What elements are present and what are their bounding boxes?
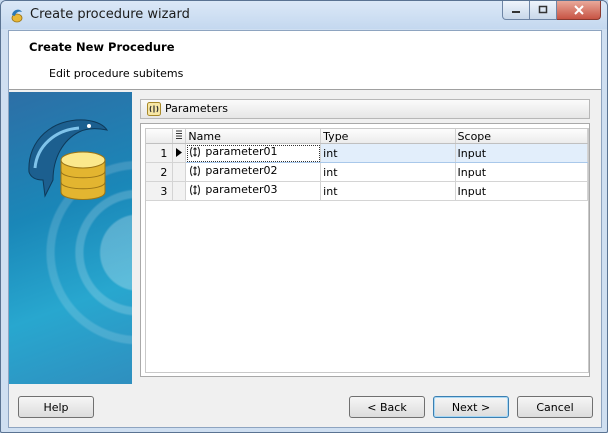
row-indicator (172, 162, 187, 182)
table-row[interactable]: 1 parameter01 int Input (146, 143, 589, 163)
row-number: 3 (146, 181, 174, 201)
maximize-button[interactable] (530, 1, 557, 20)
param-name: parameter01 (205, 145, 278, 159)
column-chooser-header[interactable] (172, 129, 187, 144)
param-name-cell[interactable]: parameter01 (185, 143, 322, 163)
param-scope-cell[interactable]: Input (455, 143, 589, 163)
title-bar[interactable]: Create procedure wizard (1, 1, 607, 29)
wizard-step-subtitle: Edit procedure subitems (49, 67, 184, 80)
row-indicator (172, 143, 187, 163)
table-row[interactable]: 2 parameter02 int Input (146, 162, 589, 182)
column-header-scope[interactable]: Scope (455, 129, 589, 144)
current-row-arrow-icon (176, 147, 183, 157)
maximize-icon (538, 5, 548, 14)
parameters-grid[interactable]: Name Type Scope 1 parameter01 int Input … (145, 128, 589, 373)
wizard-client-area: Create New Procedure Edit procedure subi… (8, 30, 602, 428)
parameter-icon (190, 146, 201, 158)
param-type-cell[interactable]: int (320, 143, 456, 163)
parameter-icon (190, 184, 201, 196)
help-button[interactable]: Help (18, 396, 94, 418)
cancel-button[interactable]: Cancel (517, 396, 593, 418)
parameters-panel: Parameters Name Type Scope 1 parameter01… (140, 99, 590, 377)
column-header-type[interactable]: Type (320, 129, 456, 144)
close-icon (573, 5, 584, 15)
next-button[interactable]: Next > (433, 396, 509, 418)
wizard-step-title: Create New Procedure (29, 40, 175, 54)
row-number: 1 (146, 143, 174, 163)
param-type-cell[interactable]: int (320, 181, 456, 201)
minimize-icon (512, 11, 520, 13)
dolphin-database-icon (28, 119, 109, 200)
wizard-header: Create New Procedure Edit procedure subi… (9, 31, 601, 90)
param-name: parameter02 (205, 164, 278, 178)
minimize-button[interactable] (502, 1, 530, 20)
table-row[interactable]: 3 parameter03 int Input (146, 181, 589, 201)
parameter-icon (147, 102, 161, 116)
wizard-side-banner (9, 92, 132, 384)
row-number: 2 (146, 162, 174, 182)
column-chooser-icon (176, 130, 183, 139)
parameter-icon (190, 165, 201, 177)
param-scope-cell[interactable]: Input (455, 181, 589, 201)
dolphin-app-icon (11, 9, 23, 23)
close-button[interactable] (557, 1, 601, 20)
parameters-grid-frame: Name Type Scope 1 parameter01 int Input … (140, 123, 590, 377)
param-name-cell[interactable]: parameter02 (185, 162, 322, 182)
window-title: Create procedure wizard (30, 7, 190, 22)
parameters-panel-title: Parameters (165, 102, 228, 115)
column-header-name[interactable]: Name (185, 129, 322, 144)
back-button[interactable]: < Back (349, 396, 425, 418)
row-number-header (146, 129, 174, 144)
param-name-cell[interactable]: parameter03 (185, 181, 322, 201)
param-type-cell[interactable]: int (320, 162, 456, 182)
param-name: parameter03 (205, 183, 278, 197)
param-scope-cell[interactable]: Input (455, 162, 589, 182)
parameters-panel-header: Parameters (140, 99, 590, 119)
row-indicator (172, 181, 187, 201)
wizard-window: Create procedure wizard Create New Proce… (0, 0, 608, 433)
